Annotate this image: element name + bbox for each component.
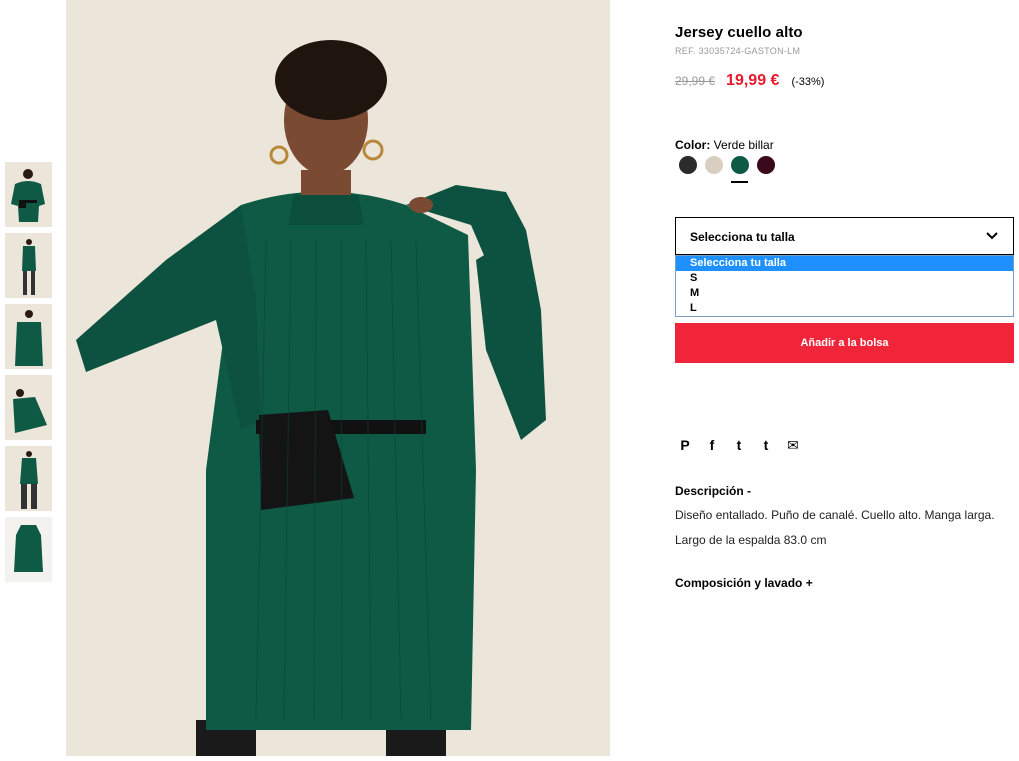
swatch-dot: [731, 156, 749, 174]
color-swatch-burgundy[interactable]: [757, 156, 775, 184]
tumblr-icon[interactable]: t: [758, 437, 774, 453]
facebook-icon[interactable]: f: [704, 437, 720, 453]
twitter-icon[interactable]: t: [731, 437, 747, 453]
color-value: Verde billar: [713, 138, 774, 152]
color-swatches: [679, 156, 783, 184]
color-swatch-cream[interactable]: [705, 156, 723, 184]
thumbnail-gallery: [5, 162, 52, 588]
swatch-dot: [679, 156, 697, 174]
color-swatch-green[interactable]: [731, 156, 749, 184]
product-title: Jersey cuello alto: [675, 24, 803, 41]
discount-badge: (-33%): [791, 76, 825, 88]
size-option[interactable]: M: [676, 286, 1013, 301]
sale-price: 19,99 €: [726, 72, 780, 89]
size-option[interactable]: Selecciona tu talla: [676, 256, 1013, 271]
price-row: 29,99 € 19,99 € (-33%): [675, 72, 824, 90]
size-option[interactable]: S: [676, 271, 1013, 286]
swatch-dot: [705, 156, 723, 174]
thumbnail-6[interactable]: [5, 517, 52, 582]
old-price: 29,99 €: [675, 74, 716, 88]
email-icon[interactable]: ✉: [785, 437, 801, 453]
color-swatch-black[interactable]: [679, 156, 697, 184]
product-main-image: [66, 0, 610, 756]
size-option[interactable]: L: [676, 301, 1013, 316]
add-to-bag-button[interactable]: Añadir a la bolsa: [675, 323, 1014, 363]
size-select[interactable]: Selecciona tu talla: [675, 217, 1014, 255]
composition-heading[interactable]: Composición y lavado +: [675, 576, 813, 590]
pinterest-icon[interactable]: P: [677, 437, 693, 453]
thumbnail-4[interactable]: [5, 375, 52, 440]
thumbnail-1[interactable]: [5, 162, 52, 227]
description-heading[interactable]: Descripción -: [675, 484, 751, 498]
description-length: Largo de la espalda 83.0 cm: [675, 533, 827, 547]
description-text: Diseño entallado. Puño de canalé. Cuello…: [675, 508, 995, 522]
product-reference: REF. 33035724-GASTON-LM: [675, 46, 801, 56]
thumbnail-3[interactable]: [5, 304, 52, 369]
swatch-dot: [757, 156, 775, 174]
thumbnail-5[interactable]: [5, 446, 52, 511]
size-select-label: Selecciona tu talla: [690, 230, 795, 244]
chevron-down-icon: [986, 232, 998, 240]
share-bar: Pf t t ✉: [677, 437, 812, 454]
color-label-row: Color: Verde billar: [675, 138, 774, 152]
size-options-list: Selecciona tu talla S M L: [675, 255, 1014, 317]
color-label: Color:: [675, 138, 711, 152]
thumbnail-2[interactable]: [5, 233, 52, 298]
